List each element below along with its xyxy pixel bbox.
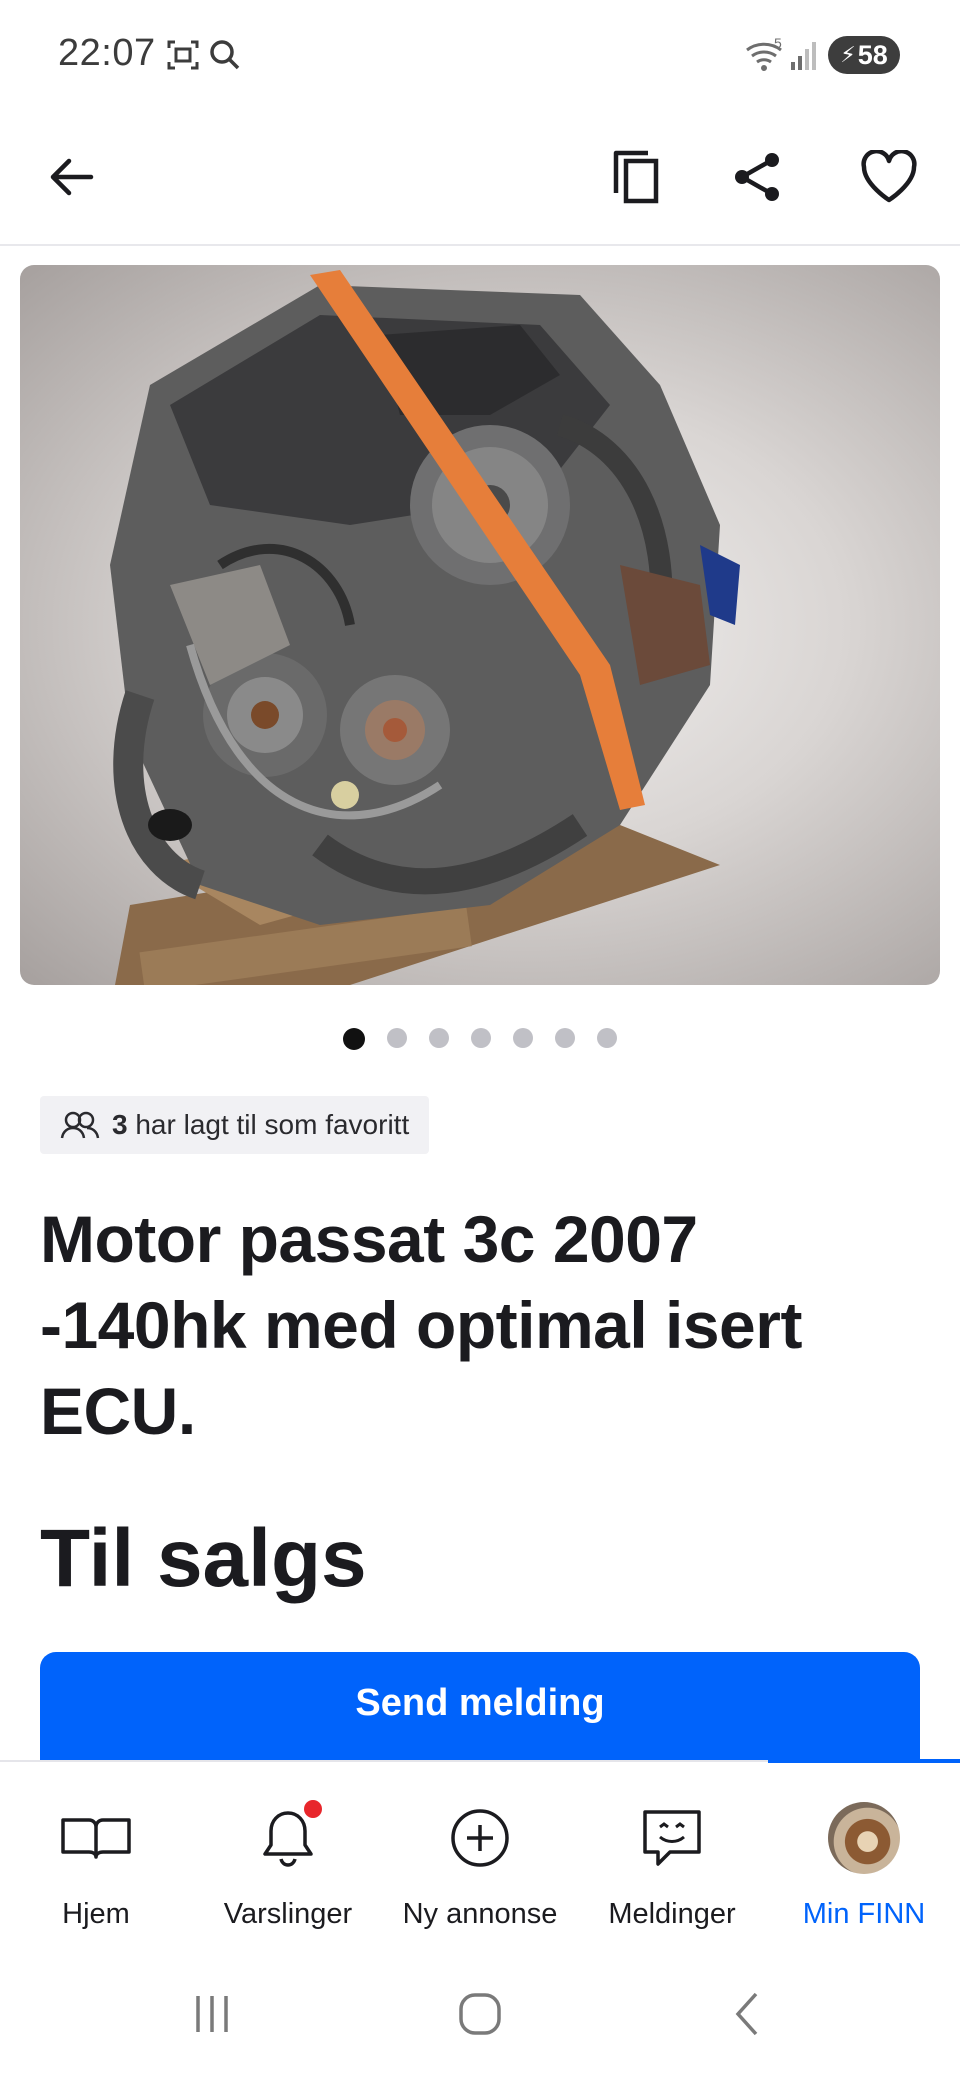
pager-dot-2[interactable] bbox=[387, 1028, 407, 1048]
system-back-button[interactable] bbox=[708, 1982, 788, 2046]
share-icon bbox=[735, 153, 779, 201]
chevron-left-icon bbox=[735, 1992, 758, 2036]
bottom-navigation: Hjem Varslinger Ny annonse Meldinger Min… bbox=[0, 1759, 960, 1952]
engine-photo bbox=[110, 270, 740, 985]
favorite-text: har lagt til som favoritt bbox=[135, 1109, 410, 1140]
wifi-icon: 5 bbox=[744, 35, 790, 81]
favorite-count: 3 bbox=[112, 1109, 128, 1140]
battery-level: 58 bbox=[857, 39, 888, 70]
copy-button[interactable] bbox=[592, 132, 682, 222]
pager-dot-4[interactable] bbox=[471, 1028, 491, 1048]
pager-dot-1[interactable] bbox=[343, 1028, 365, 1050]
nav-new-ad-label: Ny annonse bbox=[402, 1898, 558, 1930]
nav-messages[interactable]: Meldinger bbox=[576, 1762, 768, 1952]
back-button[interactable] bbox=[26, 132, 116, 222]
listing-title: Motor passat 3c 2007 -140hk med optimal … bbox=[40, 1202, 802, 1448]
nav-home[interactable]: Hjem bbox=[0, 1762, 192, 1952]
recent-apps-button[interactable] bbox=[172, 1982, 252, 2046]
favorite-button[interactable] bbox=[844, 132, 934, 222]
profile-picture bbox=[828, 1802, 900, 1874]
screenshot-icon bbox=[166, 38, 200, 77]
bell-icon bbox=[248, 1798, 328, 1878]
pager-dot-3[interactable] bbox=[429, 1028, 449, 1048]
search-icon bbox=[208, 38, 242, 77]
avatar bbox=[824, 1798, 904, 1878]
chat-icon bbox=[632, 1798, 712, 1878]
pager-dot-6[interactable] bbox=[555, 1028, 575, 1048]
people-icon bbox=[60, 1111, 100, 1139]
image-pager[interactable] bbox=[0, 1028, 960, 1050]
system-navigation-bar bbox=[0, 1950, 960, 2080]
battery-indicator: ⚡ 58 bbox=[828, 36, 900, 74]
home-icon bbox=[459, 1993, 501, 2035]
nav-my-finn-label: Min FINN bbox=[802, 1898, 926, 1930]
status-bar: 22:07 5 ⚡ 58 bbox=[0, 0, 960, 110]
book-icon bbox=[56, 1798, 136, 1878]
heart-icon bbox=[861, 150, 917, 203]
share-button[interactable] bbox=[712, 132, 802, 222]
plus-circle-icon bbox=[440, 1798, 520, 1878]
send-message-button[interactable]: Send melding bbox=[40, 1652, 920, 1762]
nav-messages-label: Meldinger bbox=[608, 1898, 736, 1930]
nav-my-finn[interactable]: Min FINN bbox=[768, 1762, 960, 1952]
favorite-count-badge: 3 har lagt til som favoritt bbox=[40, 1096, 430, 1154]
listing-status: Til salgs bbox=[40, 1513, 367, 1604]
engine-block bbox=[110, 285, 740, 925]
nav-new-ad[interactable]: Ny annonse bbox=[384, 1762, 576, 1952]
notification-dot bbox=[304, 1800, 322, 1818]
nav-notifications-label: Varslinger bbox=[223, 1898, 353, 1930]
arrow-left-icon bbox=[50, 158, 94, 196]
network-label: 5 bbox=[774, 36, 782, 51]
pager-dot-7[interactable] bbox=[597, 1028, 617, 1048]
charging-icon: ⚡ bbox=[840, 42, 856, 67]
copy-icon bbox=[613, 150, 659, 204]
signal-icon bbox=[790, 40, 820, 77]
nav-notifications[interactable]: Varslinger bbox=[192, 1762, 384, 1952]
listing-image[interactable] bbox=[20, 265, 940, 985]
status-time: 22:07 bbox=[58, 32, 156, 74]
home-button[interactable] bbox=[440, 1982, 520, 2046]
top-toolbar bbox=[0, 110, 960, 246]
recent-apps-icon bbox=[196, 1996, 228, 2032]
nav-home-label: Hjem bbox=[62, 1898, 130, 1930]
pager-dot-5[interactable] bbox=[513, 1028, 533, 1048]
